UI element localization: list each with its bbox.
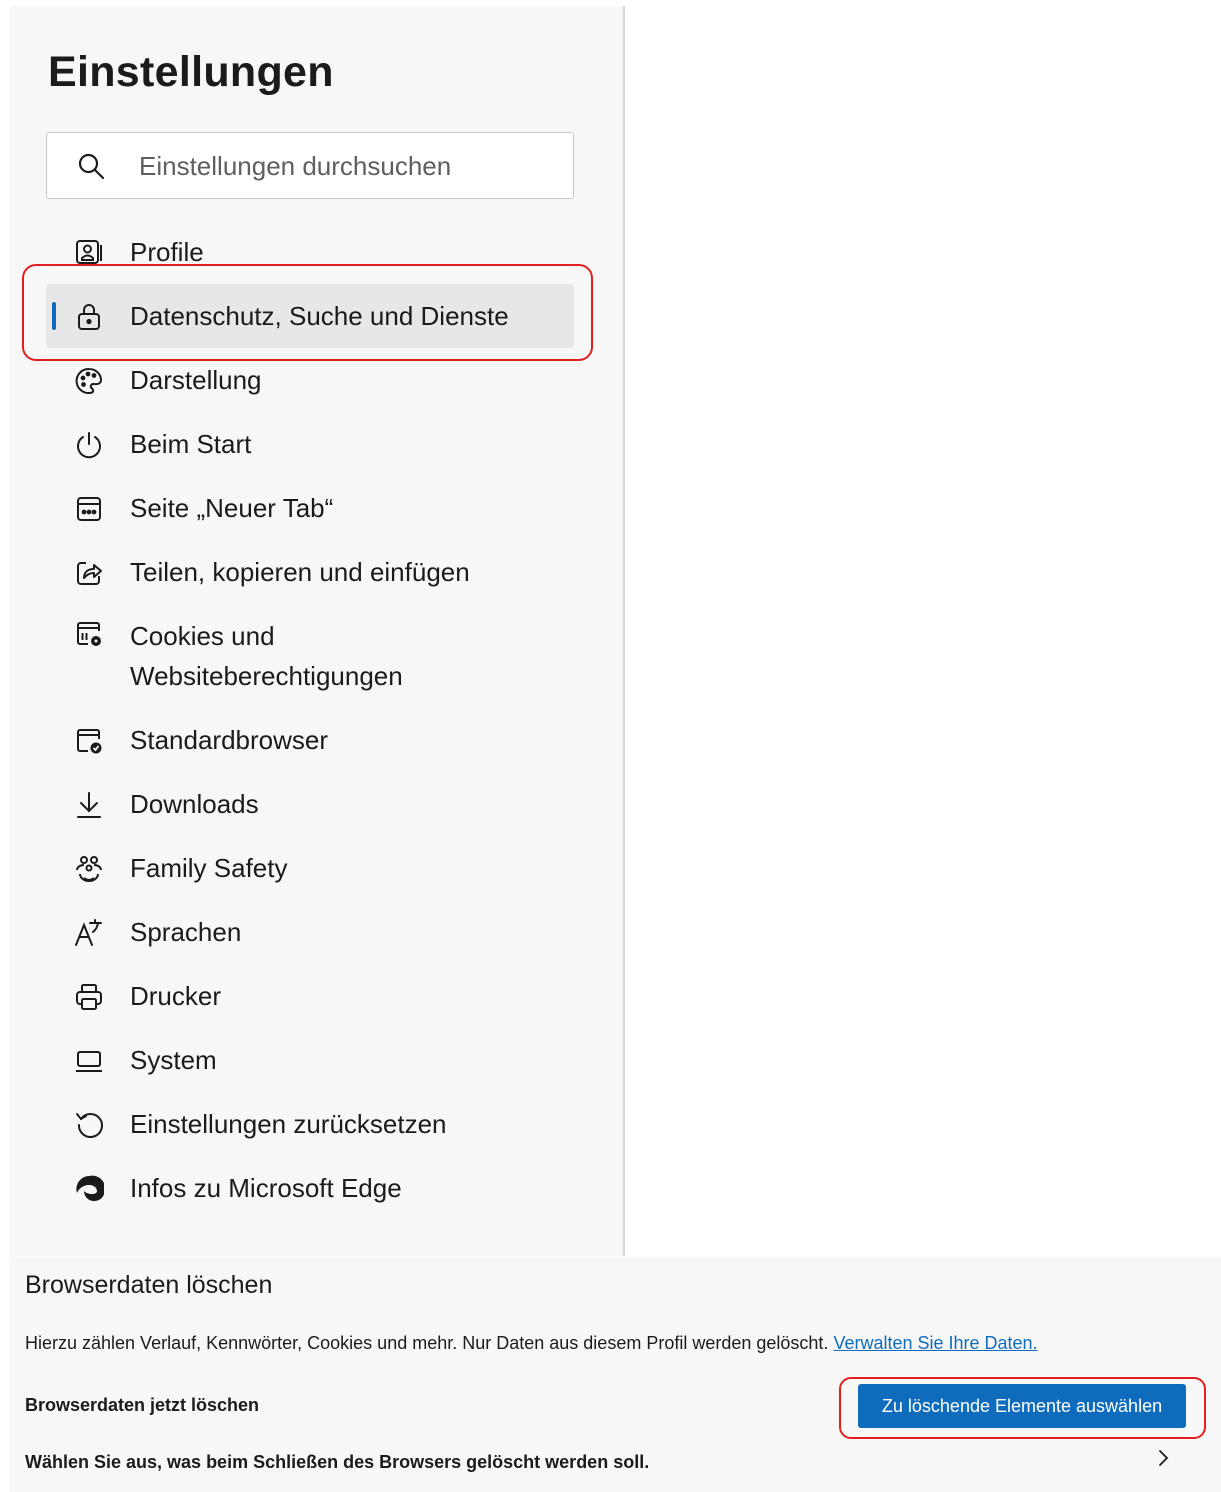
nav-item-label: Profile: [130, 236, 204, 267]
nav-item-cookies[interactable]: Cookies und Websiteberechtigungen: [46, 604, 574, 708]
share-icon: [74, 558, 104, 588]
profile-icon: [74, 238, 104, 268]
nav-item-printers[interactable]: Drucker: [46, 964, 574, 1028]
settings-search-box[interactable]: [46, 132, 574, 199]
nav-item-label: Drucker: [130, 980, 222, 1011]
nav-item-label: Datenschutz, Suche und Dienste: [130, 300, 509, 331]
nav-item-label: Beim Start: [130, 428, 252, 459]
settings-search-input[interactable]: [137, 143, 541, 189]
nav-item-label-line2: Websiteberechtigungen: [130, 661, 403, 691]
section-heading: Browserdaten löschen: [25, 1271, 273, 1299]
new-tab-icon: [74, 494, 104, 524]
nav-item-label: Sprachen: [130, 916, 242, 947]
palette-icon: [74, 366, 104, 396]
nav-item-new-tab[interactable]: Seite „Neuer Tab“: [46, 476, 574, 540]
edge-logo-icon: [74, 1174, 104, 1204]
cookies-permissions-icon: [74, 619, 104, 649]
nav-item-family-safety[interactable]: Family Safety: [46, 836, 574, 900]
nav-item-downloads[interactable]: Downloads: [46, 772, 574, 836]
nav-item-label: Cookies und: [130, 621, 275, 651]
clear-now-label: Browserdaten jetzt löschen: [25, 1395, 260, 1415]
nav-item-share-copy-paste[interactable]: Teilen, kopieren und einfügen: [46, 540, 574, 604]
nav-item-languages[interactable]: Sprachen: [46, 900, 574, 964]
choose-what-to-clear-button[interactable]: Zu löschende Elemente auswählen: [858, 1384, 1186, 1428]
nav-item-label: System: [130, 1044, 217, 1075]
page-title: Einstellungen: [48, 48, 334, 96]
nav-item-privacy[interactable]: Datenschutz, Suche und Dienste: [46, 284, 574, 348]
nav-item-label: Teilen, kopieren und einfügen: [130, 556, 470, 587]
manage-data-link[interactable]: Verwalten Sie Ihre Daten.: [833, 1333, 1037, 1353]
nav-item-label: Darstellung: [130, 364, 262, 395]
nav-item-label: Seite „Neuer Tab“: [130, 492, 334, 523]
section-description: Hierzu zählen Verlauf, Kennwörter, Cooki…: [25, 1333, 1038, 1354]
nav-item-appearance[interactable]: Darstellung: [46, 348, 574, 412]
nav-item-label: Einstellungen zurücksetzen: [130, 1108, 447, 1139]
nav-item-label: Downloads: [130, 788, 259, 819]
printer-icon: [74, 982, 104, 1012]
description-text: Hierzu zählen Verlauf, Kennwörter, Cooki…: [25, 1333, 829, 1353]
power-icon: [74, 430, 104, 460]
family-icon: [74, 854, 104, 884]
default-browser-icon: [74, 726, 104, 756]
language-icon: [74, 918, 104, 948]
settings-nav: Profile Datenschutz, Suche und Dienste D…: [46, 220, 574, 1220]
nav-item-label: Family Safety: [130, 852, 288, 883]
clear-browsing-data-section: Browserdaten löschen Hierzu zählen Verla…: [10, 1257, 1221, 1492]
nav-item-startup[interactable]: Beim Start: [46, 412, 574, 476]
nav-item-about-edge[interactable]: Infos zu Microsoft Edge: [46, 1156, 574, 1220]
download-icon: [74, 790, 104, 820]
nav-item-system[interactable]: System: [46, 1028, 574, 1092]
laptop-icon: [74, 1046, 104, 1076]
nav-item-label: Infos zu Microsoft Edge: [130, 1172, 402, 1203]
nav-item-label: Standardbrowser: [130, 724, 328, 755]
reset-icon: [74, 1110, 104, 1140]
settings-sidebar: Einstellungen Profile: [10, 6, 625, 1256]
nav-item-default-browser[interactable]: Standardbrowser: [46, 708, 574, 772]
search-icon: [77, 152, 105, 180]
chevron-right-icon[interactable]: [1155, 1447, 1171, 1469]
nav-item-profile[interactable]: Profile: [46, 220, 574, 284]
nav-item-reset[interactable]: Einstellungen zurücksetzen: [46, 1092, 574, 1156]
clear-on-close-label[interactable]: Wählen Sie aus, was beim Schließen des B…: [25, 1452, 649, 1473]
lock-icon: [74, 302, 104, 332]
